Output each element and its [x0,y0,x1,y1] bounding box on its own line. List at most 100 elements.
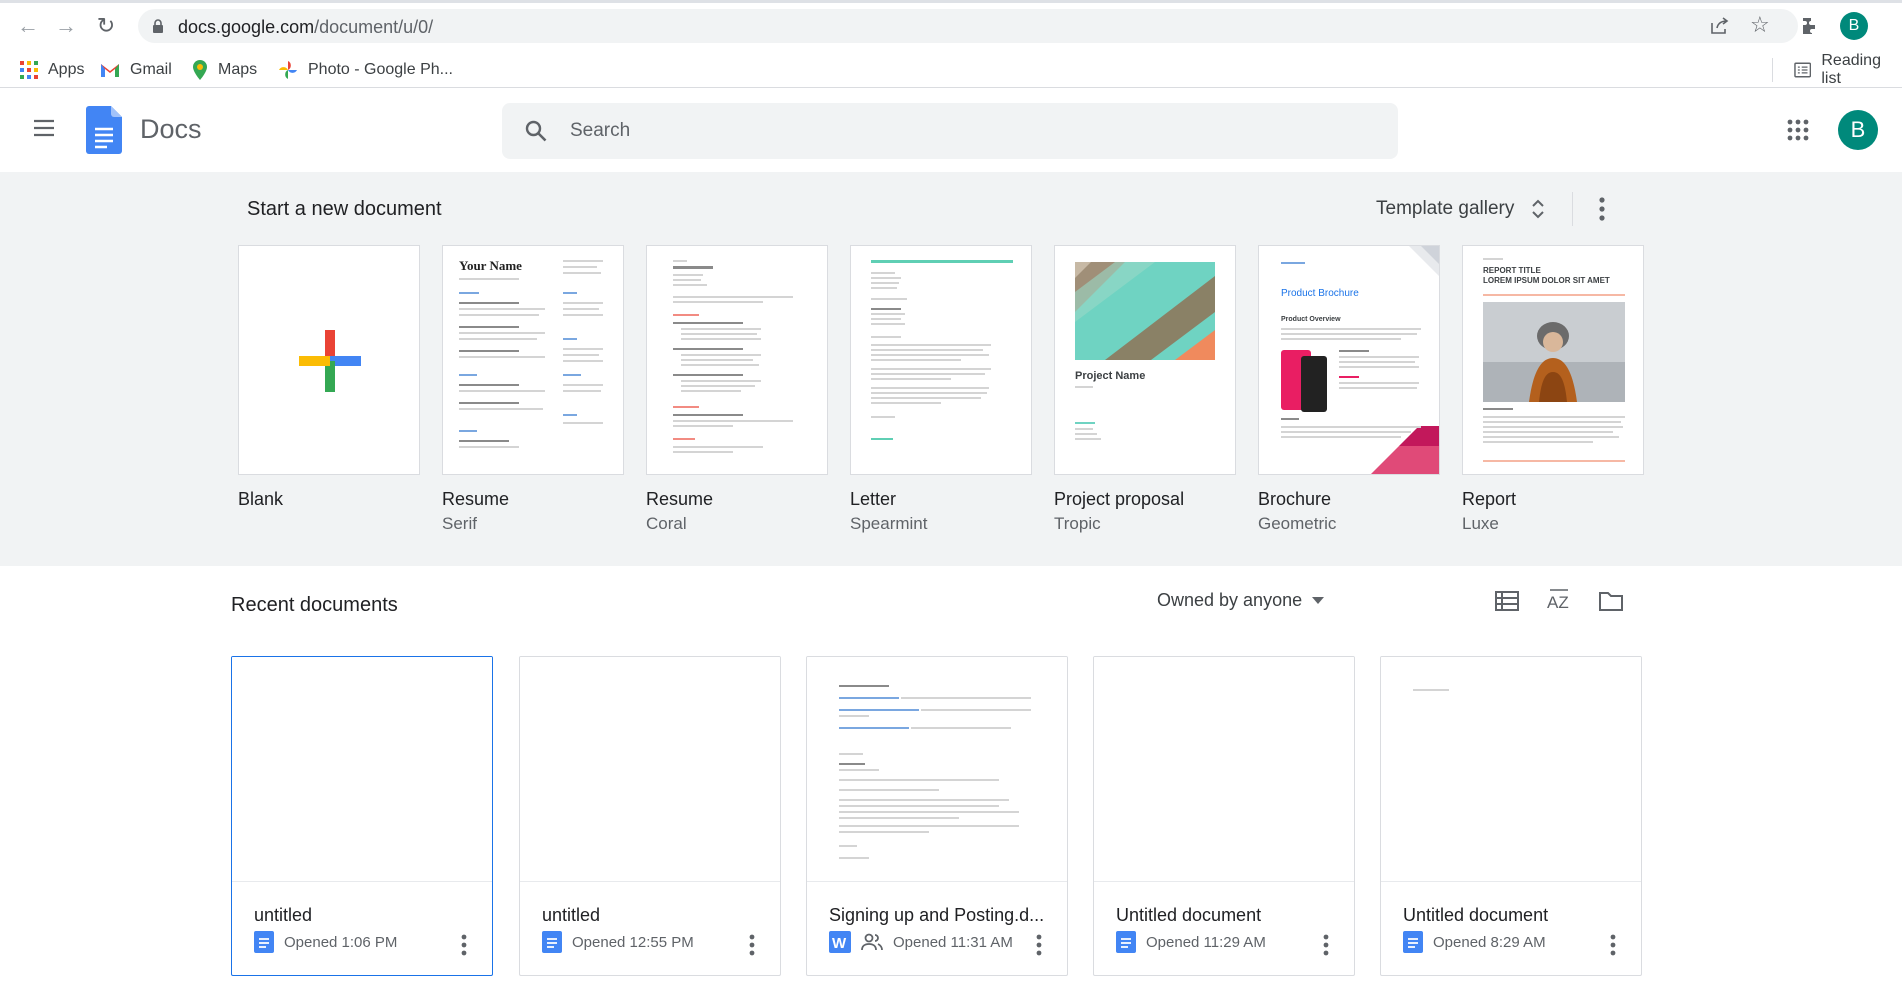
svg-text:W: W [832,935,847,952]
bookmarks-bar: Apps Gmail Maps Photo - Google Ph... Rea… [0,52,1902,88]
template-thumbnail[interactable]: Project Name [1054,245,1236,475]
thumb-heading: Product Brochure [1281,288,1359,299]
thumb-heading: Your Name [459,258,522,273]
template-blank[interactable]: Blank [238,245,420,549]
doc-title: untitled [542,905,601,925]
maps-pin-icon [193,60,207,80]
svg-text:AZ: AZ [1547,593,1569,612]
gallery-divider [1572,192,1573,226]
browser-toolbar: ← → ↻ docs.google.com/document/u/0/ ☆ B [0,0,1902,52]
url-text: docs.google.com/document/u/0/ [178,17,434,37]
folder-icon[interactable] [1598,588,1624,614]
doc-thumbnail[interactable] [232,657,492,882]
list-view-icon[interactable] [1494,588,1520,614]
template-name: Report [1462,489,1517,509]
bookmark-photos[interactable]: Photo - Google Ph... [278,52,453,88]
template-name: Blank [238,489,284,509]
report-cover-photo [1483,302,1625,402]
plus-icon [299,330,361,392]
recent-doc-card[interactable]: untitled Opened 1:06 PM [231,656,493,976]
doc-thumbnail[interactable] [1381,657,1641,882]
docs-file-icon [1116,931,1136,953]
more-vert-icon[interactable] [454,933,474,957]
doc-meta: Opened 11:29 AM [1116,931,1266,953]
docs-file-icon [542,931,562,953]
template-name: Resume [442,489,510,509]
reload-icon[interactable]: ↻ [94,14,118,38]
recent-doc-card[interactable]: Untitled document Opened 8:29 AM [1380,656,1642,976]
template-name: Resume [646,489,714,509]
template-subname: Luxe [1462,514,1499,533]
thumb-heading: REPORT TITLE LOREM IPSUM DOLOR SIT AMET [1483,266,1610,285]
shared-people-icon [861,933,883,951]
back-arrow-icon[interactable]: ← [16,14,40,38]
template-subname: Geometric [1258,514,1337,533]
recent-doc-card[interactable]: Signing up and Posting.d... W Opened 11:… [806,656,1068,976]
bookmark-gmail[interactable]: Gmail [100,52,172,88]
template-thumbnail[interactable] [646,245,828,475]
tropic-cover-image [1075,262,1215,360]
doc-title: untitled [254,905,313,925]
tab-strip [0,0,1902,3]
template-resume-coral[interactable]: Resume Coral [646,245,828,549]
doc-thumbnail[interactable] [807,657,1067,882]
template-name: Brochure [1258,489,1332,509]
search-icon[interactable] [524,119,548,143]
account-avatar[interactable]: B [1838,110,1878,150]
owner-filter-dropdown[interactable]: Owned by anyone [1157,590,1325,611]
search-box[interactable] [502,103,1398,159]
reading-list-button[interactable]: Reading list [1794,52,1902,88]
bookmark-apps[interactable]: Apps [20,52,84,88]
template-thumbnail[interactable]: Your Name [442,245,624,475]
template-subname: Coral [646,514,687,533]
address-bar[interactable]: docs.google.com/document/u/0/ ☆ [138,9,1798,43]
search-input[interactable] [570,103,1370,159]
template-subname: Spearmint [850,514,928,533]
docs-header: Docs B [0,88,1902,172]
app-name[interactable]: Docs [140,114,202,145]
template-resume-serif[interactable]: Your Name Resume Serif [442,245,624,549]
bookmarks-divider [1772,58,1773,82]
template-section: Start a new document Template gallery Bl… [0,172,1902,566]
more-vert-icon[interactable] [1316,933,1336,957]
more-vert-icon[interactable] [1603,933,1623,957]
template-brochure-geometric[interactable]: Product Brochure Product Overview Brochu… [1258,245,1440,549]
more-vert-icon[interactable] [1590,194,1614,224]
sort-az-icon[interactable]: AZ [1546,588,1572,614]
doc-meta: Opened 12:55 PM [542,931,694,953]
more-vert-icon[interactable] [742,933,762,957]
template-thumbnail[interactable]: Product Brochure Product Overview [1258,245,1440,475]
template-heading: Start a new document [247,198,442,220]
doc-thumbnail[interactable] [520,657,780,882]
recent-doc-card[interactable]: untitled Opened 12:55 PM [519,656,781,976]
more-vert-icon[interactable] [1029,933,1049,957]
forward-arrow-icon[interactable]: → [54,14,78,38]
main-menu-icon[interactable] [32,116,56,140]
extensions-icon[interactable] [1800,16,1820,36]
browser-profile-avatar[interactable]: B [1840,12,1868,40]
template-thumbnail[interactable] [850,245,1032,475]
template-thumbnail[interactable]: REPORT TITLE LOREM IPSUM DOLOR SIT AMET [1462,245,1644,475]
owner-filter-label: Owned by anyone [1157,590,1303,610]
google-apps-icon[interactable] [1786,118,1810,142]
bookmark-maps[interactable]: Maps [192,52,257,88]
template-project-proposal-tropic[interactable]: Project Name Project proposal Tropic [1054,245,1236,549]
share-icon[interactable] [1710,17,1730,35]
template-subname: Serif [442,514,477,533]
recent-documents-section: Recent documents Owned by anyone AZ unti… [0,566,1902,981]
template-letter-spearmint[interactable]: Letter Spearmint [850,245,1032,549]
recent-doc-card[interactable]: Untitled document Opened 11:29 AM [1093,656,1355,976]
template-thumbnail[interactable] [238,245,420,475]
docs-file-icon [1403,931,1423,953]
template-subname: Tropic [1054,514,1101,533]
docs-file-icon [254,931,274,953]
word-file-icon: W [829,931,851,953]
template-report-luxe[interactable]: REPORT TITLE LOREM IPSUM DOLOR SIT AMET … [1462,245,1644,549]
template-gallery-label: Template gallery [1376,198,1515,219]
template-gallery-toggle[interactable]: Template gallery [1376,194,1545,224]
thumb-heading: Project Name [1075,370,1146,382]
photos-pinwheel-icon [279,61,297,79]
doc-thumbnail[interactable] [1094,657,1354,882]
star-icon[interactable]: ☆ [1750,12,1770,38]
docs-logo-icon[interactable] [86,106,122,154]
